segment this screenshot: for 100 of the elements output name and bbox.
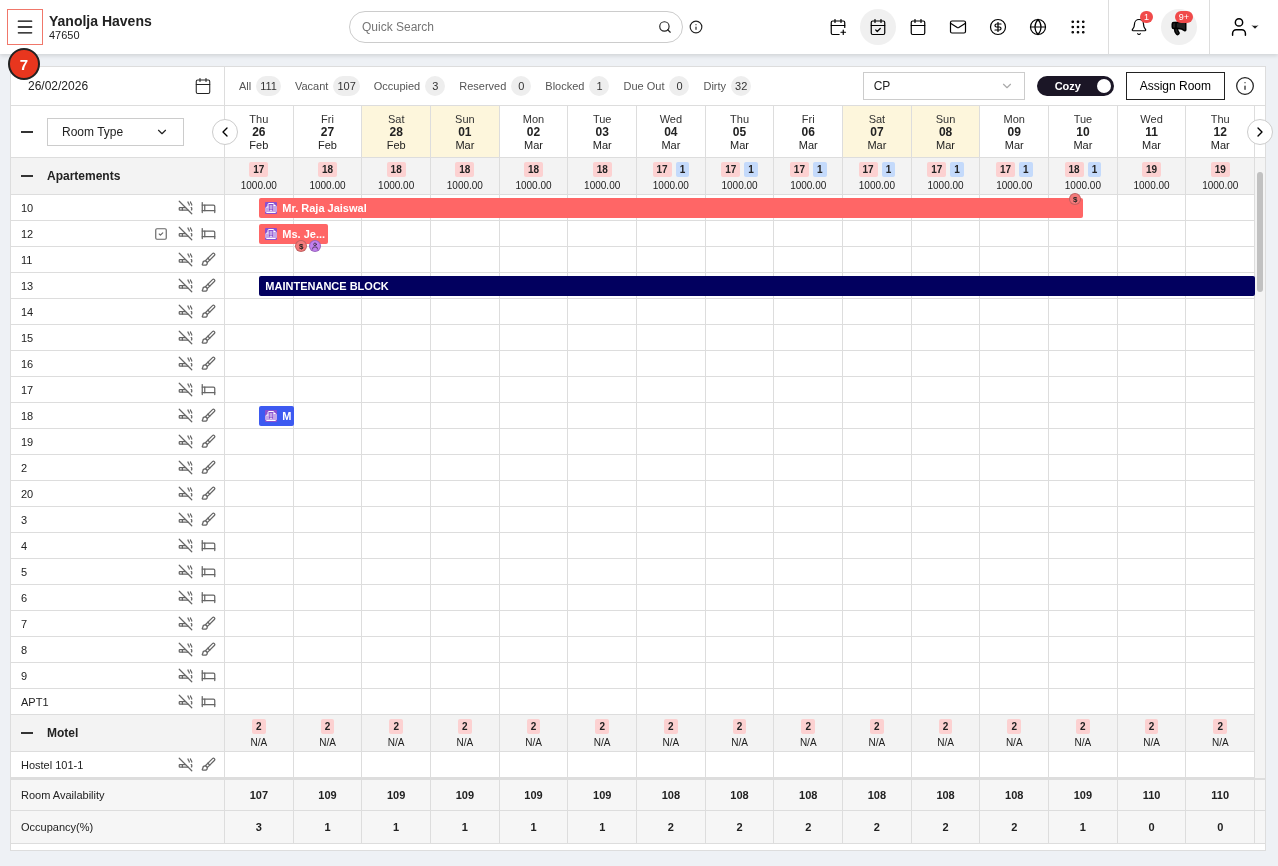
- availability-count: 2: [389, 718, 403, 734]
- rate-text: 1000.00: [1133, 179, 1170, 191]
- availability-count: 2: [870, 718, 884, 734]
- dollar-icon: [989, 18, 1007, 36]
- brush-icon[interactable]: [201, 486, 216, 501]
- date-header: Sun 01 Mar: [431, 106, 500, 157]
- date-header: Mon 09 Mar: [980, 106, 1050, 157]
- rate-text: N/A: [250, 736, 268, 748]
- availability-count: 2: [320, 718, 335, 734]
- brush-icon[interactable]: [201, 330, 216, 345]
- notification-count: 1: [1140, 11, 1153, 23]
- summary-value: 2: [736, 821, 743, 833]
- availability-count: 17: [249, 161, 269, 177]
- no-smoking-icon: [178, 564, 193, 579]
- calendar-check-button[interactable]: [860, 9, 896, 45]
- summary-value: 2: [873, 821, 880, 833]
- bell-icon: [1130, 18, 1148, 36]
- room-number: 20: [21, 487, 35, 500]
- summary-value: 1: [530, 821, 537, 833]
- rate-text: N/A: [799, 736, 817, 748]
- summary-value: 109: [387, 789, 406, 801]
- availability-count: 19: [1142, 161, 1162, 177]
- bed-icon[interactable]: [201, 226, 216, 241]
- no-smoking-icon: [178, 486, 193, 501]
- room-number: 2: [21, 461, 29, 474]
- brush-icon[interactable]: [201, 304, 216, 319]
- no-smoking-icon: [178, 304, 193, 319]
- status-filter[interactable]: Occupied 3: [373, 76, 446, 96]
- brush-icon[interactable]: [201, 757, 216, 772]
- date-header: Mon 02 Mar: [499, 106, 569, 157]
- bed-icon[interactable]: [201, 668, 216, 683]
- availability-count: 2: [1213, 718, 1227, 734]
- availability-count: 18: [523, 161, 544, 177]
- rate-text: 1000.00: [240, 179, 277, 191]
- brush-icon[interactable]: [201, 408, 216, 423]
- status-filter[interactable]: Vacant 107: [294, 76, 360, 96]
- no-smoking-icon: [178, 512, 193, 527]
- group-header[interactable]: Apartements: [11, 158, 225, 194]
- summary-value: 1: [324, 821, 331, 833]
- brush-icon[interactable]: [201, 278, 216, 293]
- group-header[interactable]: Motel: [11, 715, 225, 751]
- rate-text: 1000.00: [515, 179, 552, 191]
- no-smoking-icon: [178, 694, 193, 709]
- bed-icon[interactable]: [201, 382, 216, 397]
- brush-icon[interactable]: [201, 356, 216, 371]
- next-button[interactable]: [1247, 119, 1273, 145]
- brush-icon[interactable]: [201, 252, 216, 267]
- announcement-count: 9+: [1174, 11, 1193, 23]
- summary-value: 2: [667, 821, 674, 833]
- brush-icon[interactable]: [201, 460, 216, 475]
- status-filter[interactable]: Blocked 1: [545, 76, 610, 96]
- notifications-button[interactable]: 1: [1121, 9, 1157, 45]
- rate-text: N/A: [456, 736, 474, 748]
- assign-room-button[interactable]: Assign Room: [1125, 72, 1225, 100]
- status-filter[interactable]: Due Out 0: [623, 76, 690, 96]
- rate-text: N/A: [868, 736, 886, 748]
- previous-button[interactable]: [212, 119, 238, 145]
- bed-icon[interactable]: [201, 590, 216, 605]
- bed-icon[interactable]: [201, 200, 216, 215]
- date-header: Thu 05 Mar: [705, 106, 775, 157]
- room-number: 11: [21, 253, 34, 266]
- availability-count: 2: [1007, 718, 1021, 734]
- bed-icon[interactable]: [201, 694, 216, 709]
- availability-count: 19: [1210, 161, 1230, 177]
- room-type-select[interactable]: Room Type: [47, 117, 184, 146]
- brush-icon[interactable]: [201, 512, 216, 527]
- availability-count: 17: [721, 161, 741, 177]
- availability-count: 17: [858, 161, 878, 177]
- scrollbar[interactable]: [1255, 158, 1265, 778]
- status-filter[interactable]: Dirty 32: [703, 76, 752, 96]
- checklist-icon[interactable]: [154, 226, 168, 241]
- reservation-bar[interactable]: M: [259, 406, 294, 426]
- brush-icon[interactable]: [201, 434, 216, 449]
- menu-button[interactable]: [7, 9, 43, 45]
- brush-icon[interactable]: [201, 642, 216, 657]
- building-icon: [265, 202, 278, 214]
- status-filter[interactable]: Reserved 0: [459, 76, 532, 96]
- rate-plan-select[interactable]: CP: [862, 72, 1025, 100]
- rate-text: N/A: [525, 736, 542, 748]
- brush-icon[interactable]: [201, 616, 216, 631]
- block-bar[interactable]: MAINTENANCE BLOCK: [259, 276, 1255, 296]
- summary-value: 2: [805, 821, 812, 833]
- bed-icon[interactable]: [201, 538, 216, 553]
- apps-icon: [1069, 18, 1087, 36]
- summary-value: 108: [730, 789, 749, 801]
- search-icon: [658, 20, 672, 34]
- summary-value: 109: [455, 789, 475, 801]
- rate-text: N/A: [937, 736, 954, 748]
- room-number: 19: [21, 435, 35, 448]
- rate-text: 1000.00: [858, 179, 895, 191]
- summary-value: 3: [255, 821, 262, 833]
- room-number: 6: [21, 591, 29, 604]
- bed-icon[interactable]: [201, 564, 216, 579]
- no-smoking-icon: [178, 668, 193, 683]
- availability-count: 17: [927, 161, 947, 177]
- summary-label: Room Availability: [21, 789, 105, 801]
- rate-text: N/A: [731, 736, 748, 748]
- info-icon: [689, 20, 703, 34]
- view-toggle[interactable]: Cozy: [1036, 76, 1114, 96]
- announcements-button[interactable]: 9+: [1161, 9, 1197, 45]
